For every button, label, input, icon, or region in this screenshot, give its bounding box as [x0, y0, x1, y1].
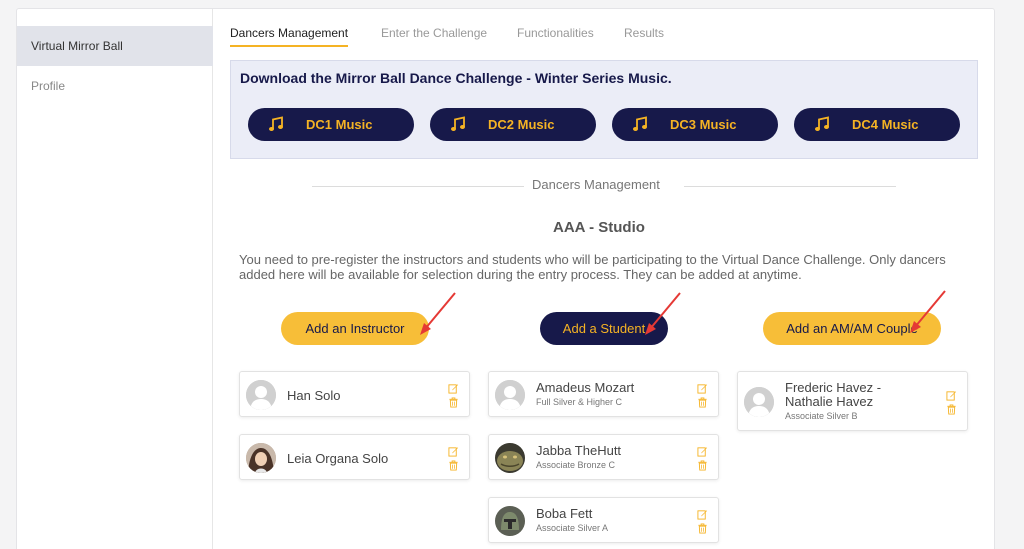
- dancer-level: Associate Bronze C: [536, 460, 616, 470]
- sidebar-item-label: Virtual Mirror Ball: [31, 39, 123, 53]
- couple-name-line-1: Frederic Havez -: [785, 380, 882, 395]
- trash-icon[interactable]: [946, 404, 957, 415]
- dancer-name: Han Solo: [287, 388, 341, 403]
- dc4-music-button[interactable]: DC4 Music: [794, 108, 960, 141]
- default-user-icon: [744, 387, 774, 417]
- trash-icon[interactable]: [697, 460, 708, 471]
- dc2-music-button[interactable]: DC2 Music: [430, 108, 596, 141]
- annotation-arrow: [645, 292, 681, 335]
- music-note-icon: [268, 116, 284, 132]
- photo-avatar: [495, 443, 525, 473]
- section-title: Dancers Management: [532, 177, 660, 192]
- music-note-icon: [450, 116, 466, 132]
- edit-icon[interactable]: [946, 390, 957, 401]
- tab-results[interactable]: Results: [624, 26, 664, 45]
- divider-left: [312, 186, 524, 187]
- music-note-icon: [814, 116, 830, 132]
- couple-card: Frederic Havez - Nathalie Havez Associat…: [737, 371, 968, 431]
- tab-functionalities[interactable]: Functionalities: [517, 26, 594, 45]
- trash-icon[interactable]: [448, 397, 459, 408]
- student-card: Jabba TheHutt Associate Bronze C: [488, 434, 719, 480]
- download-title: Download the Mirror Ball Dance Challenge…: [240, 70, 672, 86]
- annotation-arrow: [420, 292, 456, 335]
- music-download-box: Download the Mirror Ball Dance Challenge…: [230, 60, 978, 159]
- dancer-name: Amadeus Mozart: [536, 380, 635, 395]
- add-instructor-button[interactable]: Add an Instructor: [281, 312, 429, 345]
- studio-name: AAA - Studio: [553, 219, 645, 236]
- dc1-music-button[interactable]: DC1 Music: [248, 108, 414, 141]
- divider-right: [684, 186, 896, 187]
- trash-icon[interactable]: [697, 523, 708, 534]
- dancer-level: Associate Silver A: [536, 523, 609, 533]
- photo-avatar: [246, 443, 276, 473]
- sidebar: Virtual Mirror Ball Profile: [17, 9, 213, 549]
- trash-icon[interactable]: [448, 460, 459, 471]
- edit-icon[interactable]: [448, 446, 459, 457]
- sidebar-item-profile[interactable]: Profile: [17, 66, 213, 106]
- default-user-icon: [495, 380, 525, 410]
- dancer-level: Full Silver & Higher C: [536, 397, 623, 407]
- instructor-card: Han Solo: [239, 371, 470, 417]
- music-note-icon: [632, 116, 648, 132]
- music-button-label: DC4 Music: [852, 117, 919, 132]
- intro-text: You need to pre-register the instructors…: [239, 252, 946, 282]
- annotation-arrow: [910, 290, 946, 333]
- couple-name-line-2: Nathalie Havez: [785, 394, 874, 409]
- main-panel: Virtual Mirror Ball Profile Dancers Mana…: [16, 8, 995, 549]
- dancer-level: Associate Silver B: [785, 411, 858, 421]
- student-card: Boba Fett Associate Silver A: [488, 497, 719, 543]
- music-button-label: DC2 Music: [488, 117, 555, 132]
- music-button-label: DC3 Music: [670, 117, 737, 132]
- tab-dancers-management[interactable]: Dancers Management: [230, 26, 349, 47]
- student-card: Amadeus Mozart Full Silver & Higher C: [488, 371, 719, 417]
- tab-enter-the-challenge[interactable]: Enter the Challenge: [381, 26, 487, 45]
- edit-icon[interactable]: [697, 446, 708, 457]
- dc3-music-button[interactable]: DC3 Music: [612, 108, 778, 141]
- photo-avatar: [495, 506, 525, 536]
- sidebar-item-virtual-mirror-ball[interactable]: Virtual Mirror Ball: [17, 26, 213, 66]
- edit-icon[interactable]: [697, 383, 708, 394]
- dancer-name: Leia Organa Solo: [287, 451, 389, 466]
- music-button-label: DC1 Music: [306, 117, 373, 132]
- trash-icon[interactable]: [697, 397, 708, 408]
- edit-icon[interactable]: [697, 509, 708, 520]
- dancer-name: Boba Fett: [536, 506, 593, 521]
- instructor-card: Leia Organa Solo: [239, 434, 470, 480]
- dancer-name: Jabba TheHutt: [536, 443, 622, 458]
- default-user-icon: [246, 380, 276, 410]
- edit-icon[interactable]: [448, 383, 459, 394]
- sidebar-item-label: Profile: [31, 79, 66, 93]
